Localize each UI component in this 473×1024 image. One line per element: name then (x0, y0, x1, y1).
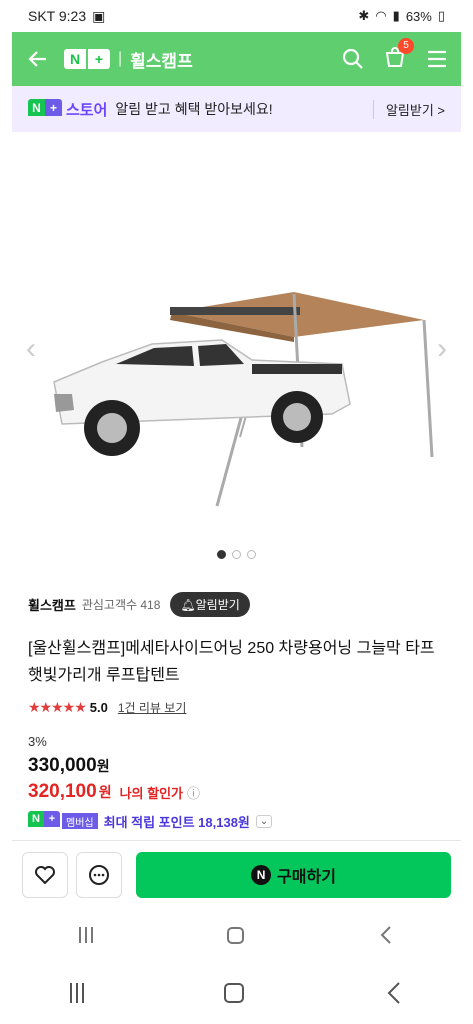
rating-score: 5.0 (89, 700, 108, 715)
naver-plus-points-logo: N + (28, 811, 60, 831)
seller-fans: 관심고객수 418 (81, 598, 161, 612)
my-discount-label: 나의 할인가 (119, 785, 183, 801)
notice-alarm-link[interactable]: 알림받기 > (372, 99, 445, 119)
back-button[interactable] (24, 45, 52, 73)
bottom-action-bar: N 구매하기 (12, 840, 461, 908)
store-name[interactable]: 휠스캠프 (130, 47, 193, 72)
talk-button[interactable] (76, 851, 122, 898)
naver-plus-logo[interactable]: N + (64, 49, 110, 69)
n-logo-icon: N (28, 811, 44, 827)
seller-alarm-label: 알림받기 (195, 598, 240, 612)
n-logo-icon: N (28, 99, 45, 116)
naver-plus-small-logo: N + (28, 99, 62, 119)
seller-row: 휠스캠프 관심고객수 418 🔔︎알림받기 (28, 592, 448, 617)
header-divider: | (118, 50, 123, 67)
battery-icon: ▯ (437, 8, 445, 23)
original-price-row: 330,000원 (28, 755, 448, 777)
product-photo (53, 292, 434, 507)
chat-icon (89, 864, 109, 885)
cart-count-badge: 5 (398, 37, 414, 54)
n-logo-icon: N (64, 49, 86, 69)
back-icon[interactable] (385, 981, 403, 1005)
back-arrow-icon (28, 51, 46, 67)
recent-apps-icon[interactable] (79, 927, 93, 943)
points-row[interactable]: N + 멤버십 최대 적립 포인트 18,138원 ⌄ (28, 811, 448, 831)
rating-row: ★★★★★ 5.0 1건 리뷰 보기 (28, 699, 448, 716)
sale-price: 320,100 (28, 781, 97, 802)
carousel-indicator (12, 550, 461, 559)
bluetooth-icon: ✱ (358, 8, 370, 23)
home-icon[interactable] (227, 926, 244, 944)
buy-label: 구매하기 (277, 868, 336, 886)
chevron-down-icon[interactable]: ⌄ (255, 814, 273, 828)
system-nav-bar (0, 962, 473, 1024)
carousel-dot[interactable] (247, 550, 256, 559)
gallery-icon: ▣ (92, 7, 106, 24)
battery-text: 63% (405, 8, 432, 24)
notice-message: 알림 받고 혜택 받아보세요! (115, 101, 273, 117)
bell-icon: 🔔︎ (180, 598, 196, 612)
status-bar: SKT 9:23 ▣ ✱ ◠ ▮ 63% ▯ (0, 0, 473, 32)
sale-price-unit: 원 (98, 784, 112, 800)
home-icon[interactable] (224, 983, 245, 1003)
seller-alarm-button[interactable]: 🔔︎알림받기 (170, 592, 250, 617)
product-image-carousel[interactable]: ‹ › (12, 132, 461, 582)
menu-icon[interactable] (425, 47, 449, 71)
recent-apps-icon[interactable] (70, 983, 85, 1003)
discount-rate: 3% (28, 734, 47, 749)
buy-button[interactable]: N 구매하기 (136, 851, 451, 898)
app-nav-bar (12, 908, 461, 962)
price-unit: 원 (96, 758, 110, 774)
app-header: N + | 휠스캠프 5 (12, 32, 461, 86)
plus-logo-icon: + (88, 49, 110, 69)
sale-price-row: 320,100 원 나의 할인가 ⓘ (28, 781, 448, 803)
carousel-dot[interactable] (217, 550, 226, 559)
plus-logo-icon: + (44, 811, 60, 827)
star-rating-icon: ★★★★★ (28, 699, 87, 715)
store-notice-bar: N + 스토어 알림 받고 혜택 받아보세요! 알림받기 > (12, 86, 461, 132)
screen: SKT 9:23 ▣ ✱ ◠ ▮ 63% ▯ N + | 휠스캠프 5 N + … (0, 0, 473, 1024)
product-title: [울산휠스캠프]메세타사이드어닝 250 차량용어닝 그늘막 타프 햇빛가리개 … (28, 640, 435, 684)
membership-badge: 멤버십 (62, 813, 98, 829)
back-icon[interactable] (378, 925, 394, 945)
search-icon[interactable] (341, 47, 365, 71)
carrier-time: SKT 9:23 (28, 8, 87, 24)
points-text: 최대 적립 포인트 18,138원 (103, 814, 250, 830)
store-label: 스토어 (66, 101, 108, 119)
naverpay-n-icon: N (251, 864, 272, 885)
heart-icon (35, 865, 55, 884)
seller-name[interactable]: 휠스캠프 (28, 595, 76, 614)
product-info: 휠스캠프 관심고객수 418 🔔︎알림받기 [울산휠스캠프]메세타사이드어닝 2… (28, 592, 448, 831)
plus-logo-icon: + (45, 99, 62, 116)
wifi-icon: ◠ (375, 8, 387, 23)
cart-button[interactable]: 5 (383, 37, 414, 74)
signal-icon: ▮ (392, 8, 400, 23)
info-icon[interactable]: ⓘ (187, 783, 200, 802)
carousel-dot[interactable] (232, 550, 241, 559)
like-button[interactable] (22, 851, 68, 898)
review-link[interactable]: 1건 리뷰 보기 (118, 699, 187, 716)
original-price: 330,000 (28, 755, 97, 776)
